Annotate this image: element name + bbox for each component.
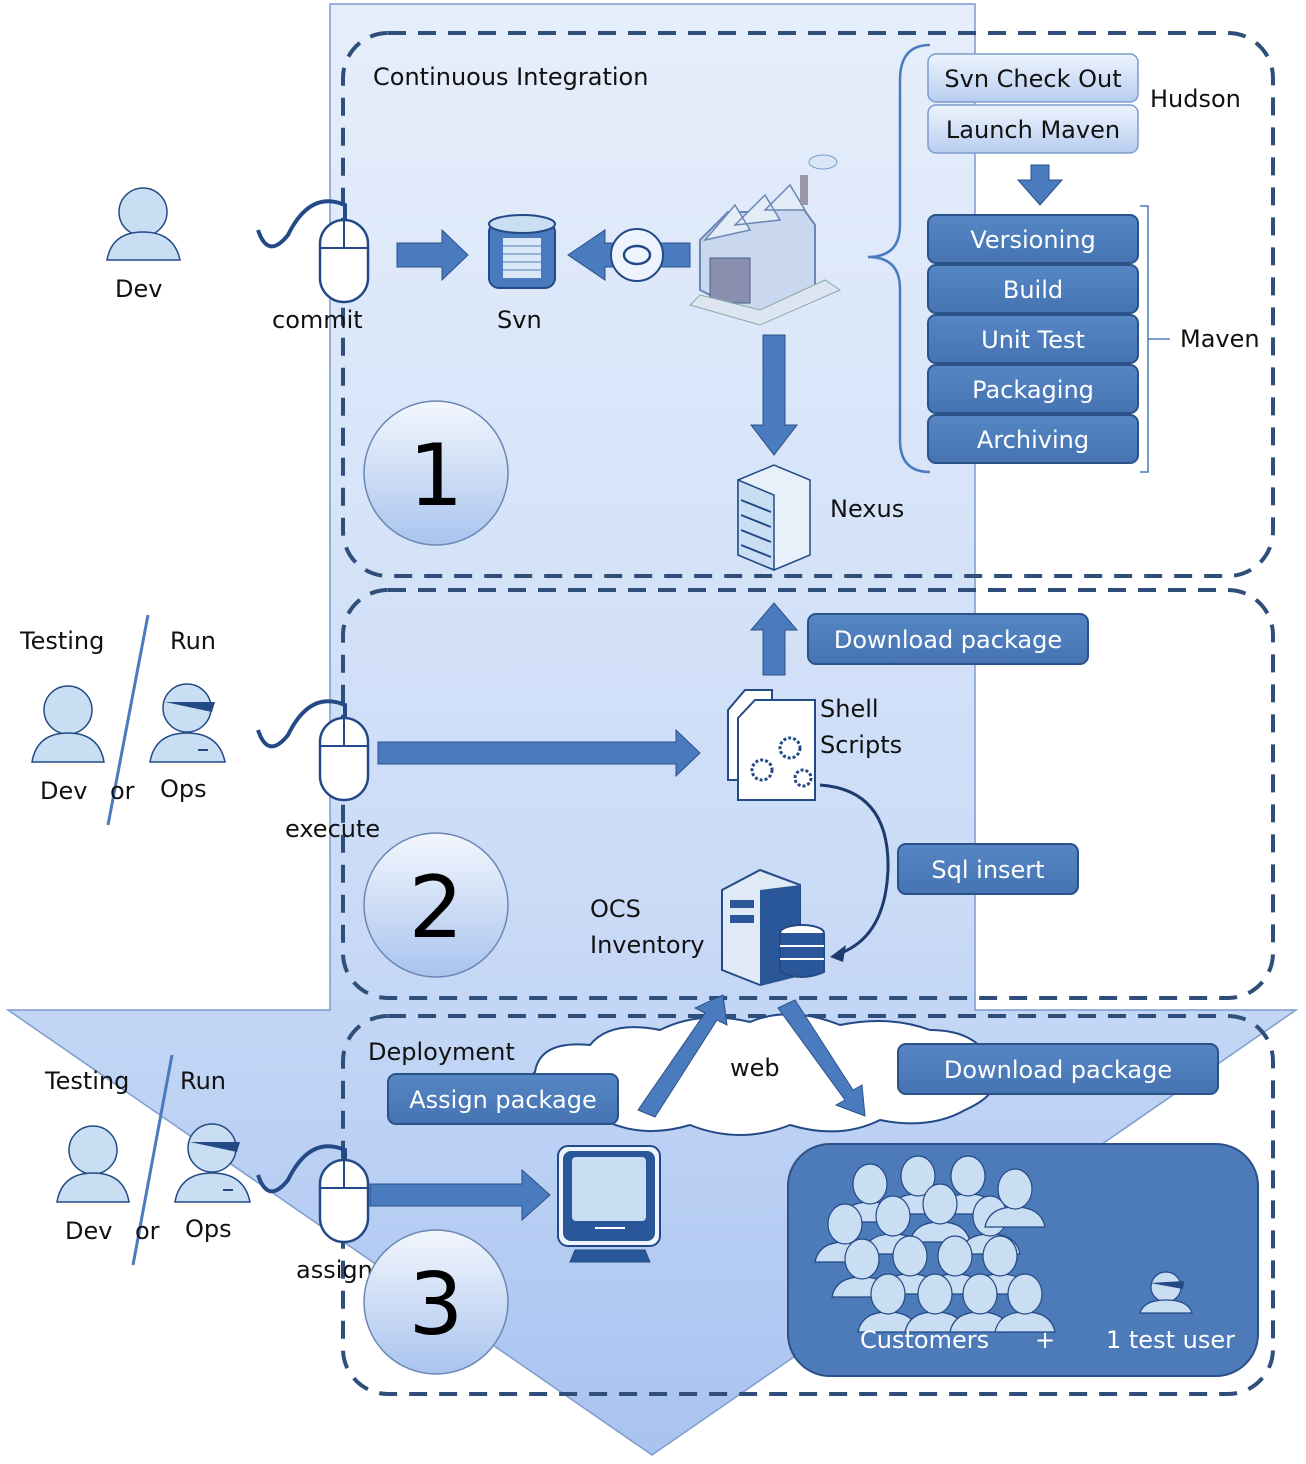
test-user-label: 1 test user [1106,1326,1235,1354]
dev-person-icon [106,187,181,261]
devops-pipeline-diagram: Continuous Integration Dev commit Svn Ne… [5,3,1299,1456]
download-package-box: Download package [807,613,1089,665]
maven-label: Maven [1180,325,1260,353]
stage2-actor-right: Ops [160,775,207,803]
stage3-number-badge: 3 [363,1229,509,1375]
maven-step-label: Packaging [972,376,1094,404]
stage1-title: Continuous Integration [373,63,648,91]
maven-step-label: Unit Test [981,326,1085,354]
maven-step-label: Versioning [970,226,1095,254]
maven-step: Build [927,264,1139,314]
assign-label: assign [296,1256,373,1284]
stage2-role-right: Run [170,627,216,655]
sql-insert-box: Sql insert [897,843,1079,895]
sync-icon [610,228,664,282]
maven-bracket [1140,205,1170,473]
scripts-label-line1: Shell [820,695,879,723]
stage3-title: Deployment [368,1038,515,1066]
maven-step: Versioning [927,214,1139,264]
maven-step: Packaging [927,364,1139,414]
maven-step: Unit Test [927,314,1139,364]
stage2-number: 2 [409,858,464,958]
plus-label: + [1035,1326,1055,1354]
hudson-step-label: Launch Maven [946,116,1120,144]
stage1-number: 1 [409,426,464,526]
download-package-label: Download package [834,626,1062,654]
inventory-label-line1: OCS [590,895,641,923]
console-monitor-icon [557,1145,661,1263]
dev-person-icon [31,685,105,763]
maven-step-label: Archiving [977,426,1089,454]
hudson-label: Hudson [1150,85,1241,113]
assign-package-box: Assign package [387,1073,619,1125]
hudson-step: Svn Check Out [927,53,1139,103]
stage2-actor-or: or [110,777,135,805]
nexus-server-icon [737,464,811,572]
hudson-step: Launch Maven [927,104,1139,154]
stage2-number-badge: 2 [363,832,509,978]
nexus-label: Nexus [830,495,904,523]
maven-step-label: Build [1003,276,1063,304]
stage3-role-right: Run [180,1067,226,1095]
web-label: web [730,1054,780,1082]
arrow-hudson-to-maven [1016,164,1064,206]
hudson-step-label: Svn Check Out [944,65,1121,93]
execute-label: execute [285,815,380,843]
maven-step: Archiving [927,414,1139,464]
stage3-role-left: Testing [44,1067,129,1095]
stage3-actor-left: Dev [65,1217,112,1245]
assign-package-label: Assign package [409,1086,597,1114]
svn-database-icon [488,214,556,289]
dev-person-icon [56,1125,130,1203]
download-package-label: Download package [944,1056,1172,1084]
commit-label: commit [272,306,363,334]
customers-label: Customers [860,1326,989,1354]
stage3-number: 3 [409,1255,464,1355]
stage3-actor-right: Ops [185,1215,232,1243]
sql-insert-label: Sql insert [931,856,1044,884]
stage1-actor-label: Dev [115,275,162,303]
inventory-label-line2: Inventory [590,931,705,959]
stage2-actor-left: Dev [40,777,87,805]
svn-label: Svn [497,306,542,334]
stage1-number-badge: 1 [363,400,509,546]
shell-scripts-icon [727,689,816,801]
stage3-actor-or: or [135,1217,160,1245]
scripts-label-line2: Scripts [820,731,902,759]
stage2-role-left: Testing [19,627,104,655]
ops-person-icon [149,683,226,763]
download-package-box-deploy: Download package [897,1043,1219,1095]
